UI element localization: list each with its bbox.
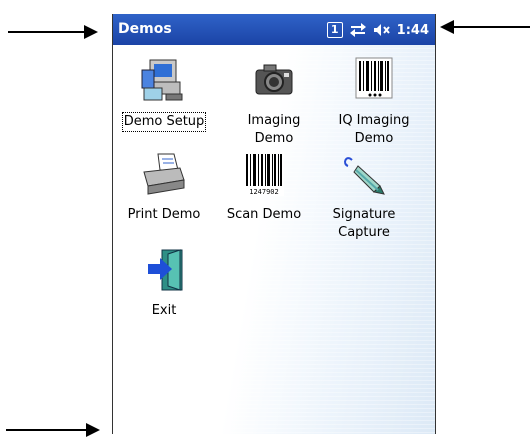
pen-signature-icon <box>344 157 385 195</box>
print-demo-item[interactable]: Print Demo <box>114 150 214 224</box>
window-title: Demos <box>118 21 172 37</box>
speaker-muted-icon[interactable] <box>373 23 391 37</box>
barcode-icon <box>355 57 393 99</box>
exit-item[interactable]: Exit <box>114 246 214 320</box>
sync-arrows-icon[interactable] <box>349 23 367 37</box>
item-label: Imaging Demo <box>247 113 301 146</box>
item-label: Demo Setup <box>121 112 207 132</box>
callout-arrow-left-top <box>8 25 98 39</box>
computer-setup-icon <box>141 59 183 101</box>
scan-demo-item[interactable]: 1247902 Scan Demo <box>214 150 314 224</box>
device-screen: Demos 1 1:44 Demo Setup Imaging Demo IQ … <box>112 14 436 434</box>
exit-door-icon <box>148 249 183 291</box>
barcode-number: 1247902 <box>249 188 279 196</box>
item-label: Exit <box>151 303 177 318</box>
printer-icon <box>143 153 185 195</box>
item-label: IQ Imaging Demo <box>338 113 410 146</box>
imaging-demo-item[interactable]: Imaging Demo <box>224 56 324 148</box>
iq-imaging-demo-item[interactable]: IQ Imaging Demo <box>324 56 424 148</box>
camera-icon <box>255 64 293 95</box>
status-area: 1 1:44 <box>326 19 429 41</box>
signature-capture-item[interactable]: Signature Capture <box>314 150 414 242</box>
item-label: Signature Capture <box>332 207 396 240</box>
demo-setup-item[interactable]: Demo Setup <box>114 56 214 132</box>
callout-arrow-left-bottom <box>6 423 100 437</box>
item-label: Print Demo <box>127 207 201 222</box>
barcode-scan-icon: 1247902 <box>244 152 284 196</box>
status-badge[interactable]: 1 <box>326 22 343 38</box>
clock[interactable]: 1:44 <box>397 23 429 38</box>
item-label: Scan Demo <box>226 207 302 222</box>
program-list: Demo Setup Imaging Demo IQ Imaging Demo … <box>113 45 435 434</box>
title-bar: Demos 1 1:44 <box>113 14 435 45</box>
callout-arrow-right-top <box>440 20 530 34</box>
